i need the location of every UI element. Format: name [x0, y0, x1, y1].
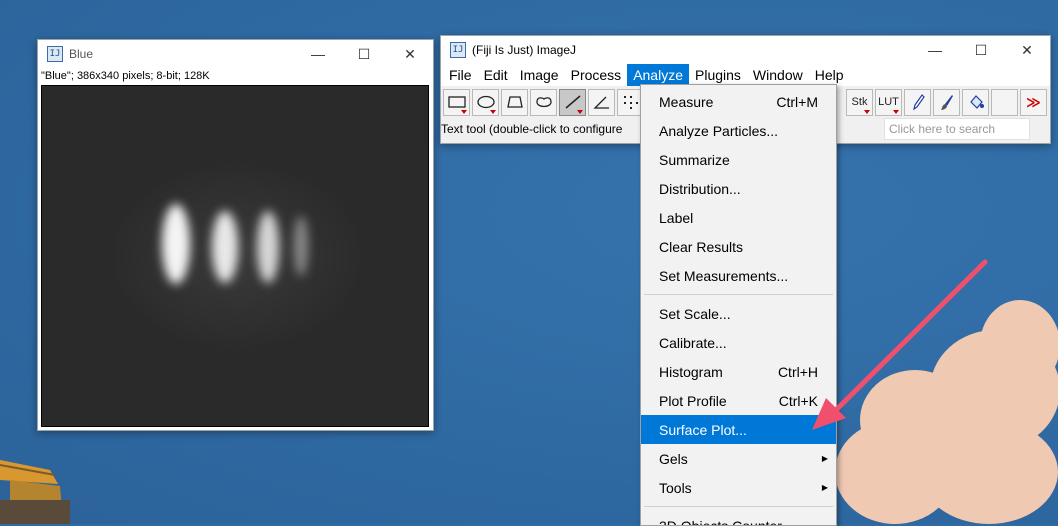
annotation-arrow [812, 259, 988, 430]
